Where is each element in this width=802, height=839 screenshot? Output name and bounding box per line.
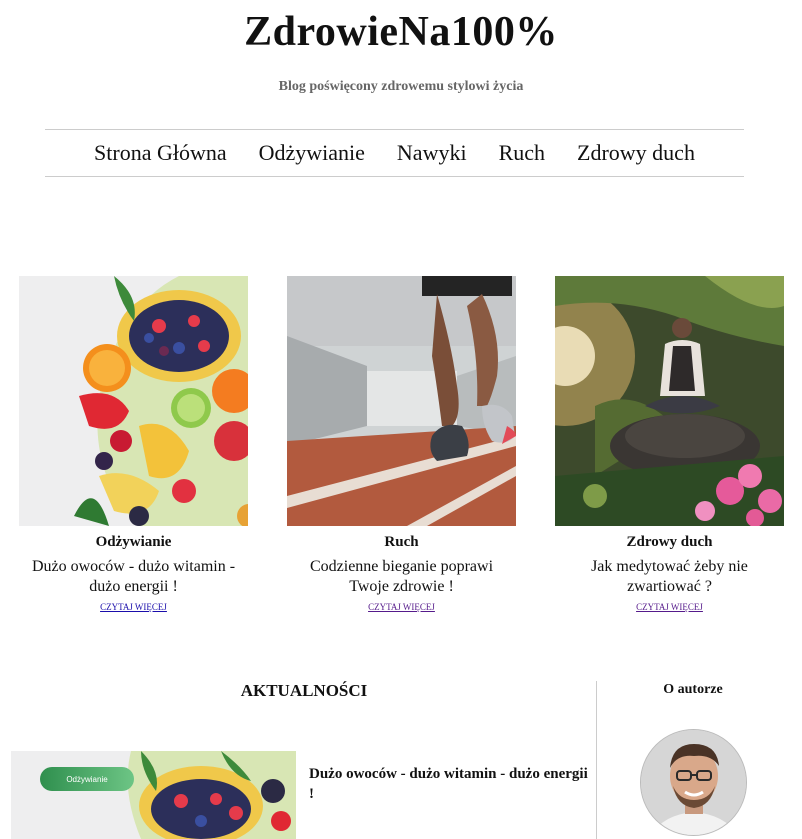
nav-item-movement[interactable]: Ruch — [499, 140, 545, 166]
fruit-platter-image[interactable] — [19, 276, 248, 526]
news-section-title: AKTUALNOŚCI — [240, 681, 368, 700]
site-tagline: Blog poświęcony zdrowemu stylowi życia — [278, 79, 524, 94]
news-item-image[interactable] — [11, 751, 296, 839]
read-more-link[interactable]: CZYTAJ WIĘCEJ — [100, 602, 167, 612]
card-category: Ruch — [384, 534, 419, 550]
section-divider — [596, 681, 597, 839]
card-headline: Jak medytować żeby nie zwartiować ? — [591, 558, 748, 595]
post-card-healthy-spirit: Zdrowy duch Jak medytować żeby nie zwart… — [555, 276, 784, 615]
card-headline: Dużo owoców - dużo witamin - dużo energi… — [31, 558, 236, 595]
nav-item-habits[interactable]: Nawyki — [397, 140, 467, 166]
nav-item-healthy-spirit[interactable]: Zdrowy duch — [577, 140, 695, 166]
card-category: Odżywianie — [95, 534, 172, 550]
read-more-link[interactable]: CZYTAJ WIĘCEJ — [368, 602, 435, 612]
running-legs-image[interactable] — [287, 276, 516, 526]
news-item-headline[interactable]: Dużo owoców - dużo witamin - dużo energi… — [309, 764, 589, 804]
site-title: ZdrowieNa100% — [244, 9, 558, 55]
card-category: Zdrowy duch — [626, 534, 713, 550]
card-headline: Codzienne bieganie poprawi Twoje zdrowie… — [309, 558, 494, 595]
meditation-image[interactable] — [555, 276, 784, 526]
post-card-nutrition: Odżywianie Dużo owoców - dużo witamin - … — [19, 276, 248, 615]
nav-item-home[interactable]: Strona Główna — [94, 140, 227, 166]
main-nav: Strona Główna Odżywianie Nawyki Ruch Zdr… — [45, 129, 744, 177]
about-author-title: O autorze — [663, 682, 723, 697]
nav-item-nutrition[interactable]: Odżywianie — [259, 140, 365, 166]
author-avatar — [640, 729, 747, 836]
post-card-movement: Ruch Codzienne bieganie poprawi Twoje zd… — [287, 276, 516, 615]
news-category-badge[interactable]: Odżywianie — [40, 767, 134, 791]
read-more-link[interactable]: CZYTAJ WIĘCEJ — [636, 602, 703, 612]
